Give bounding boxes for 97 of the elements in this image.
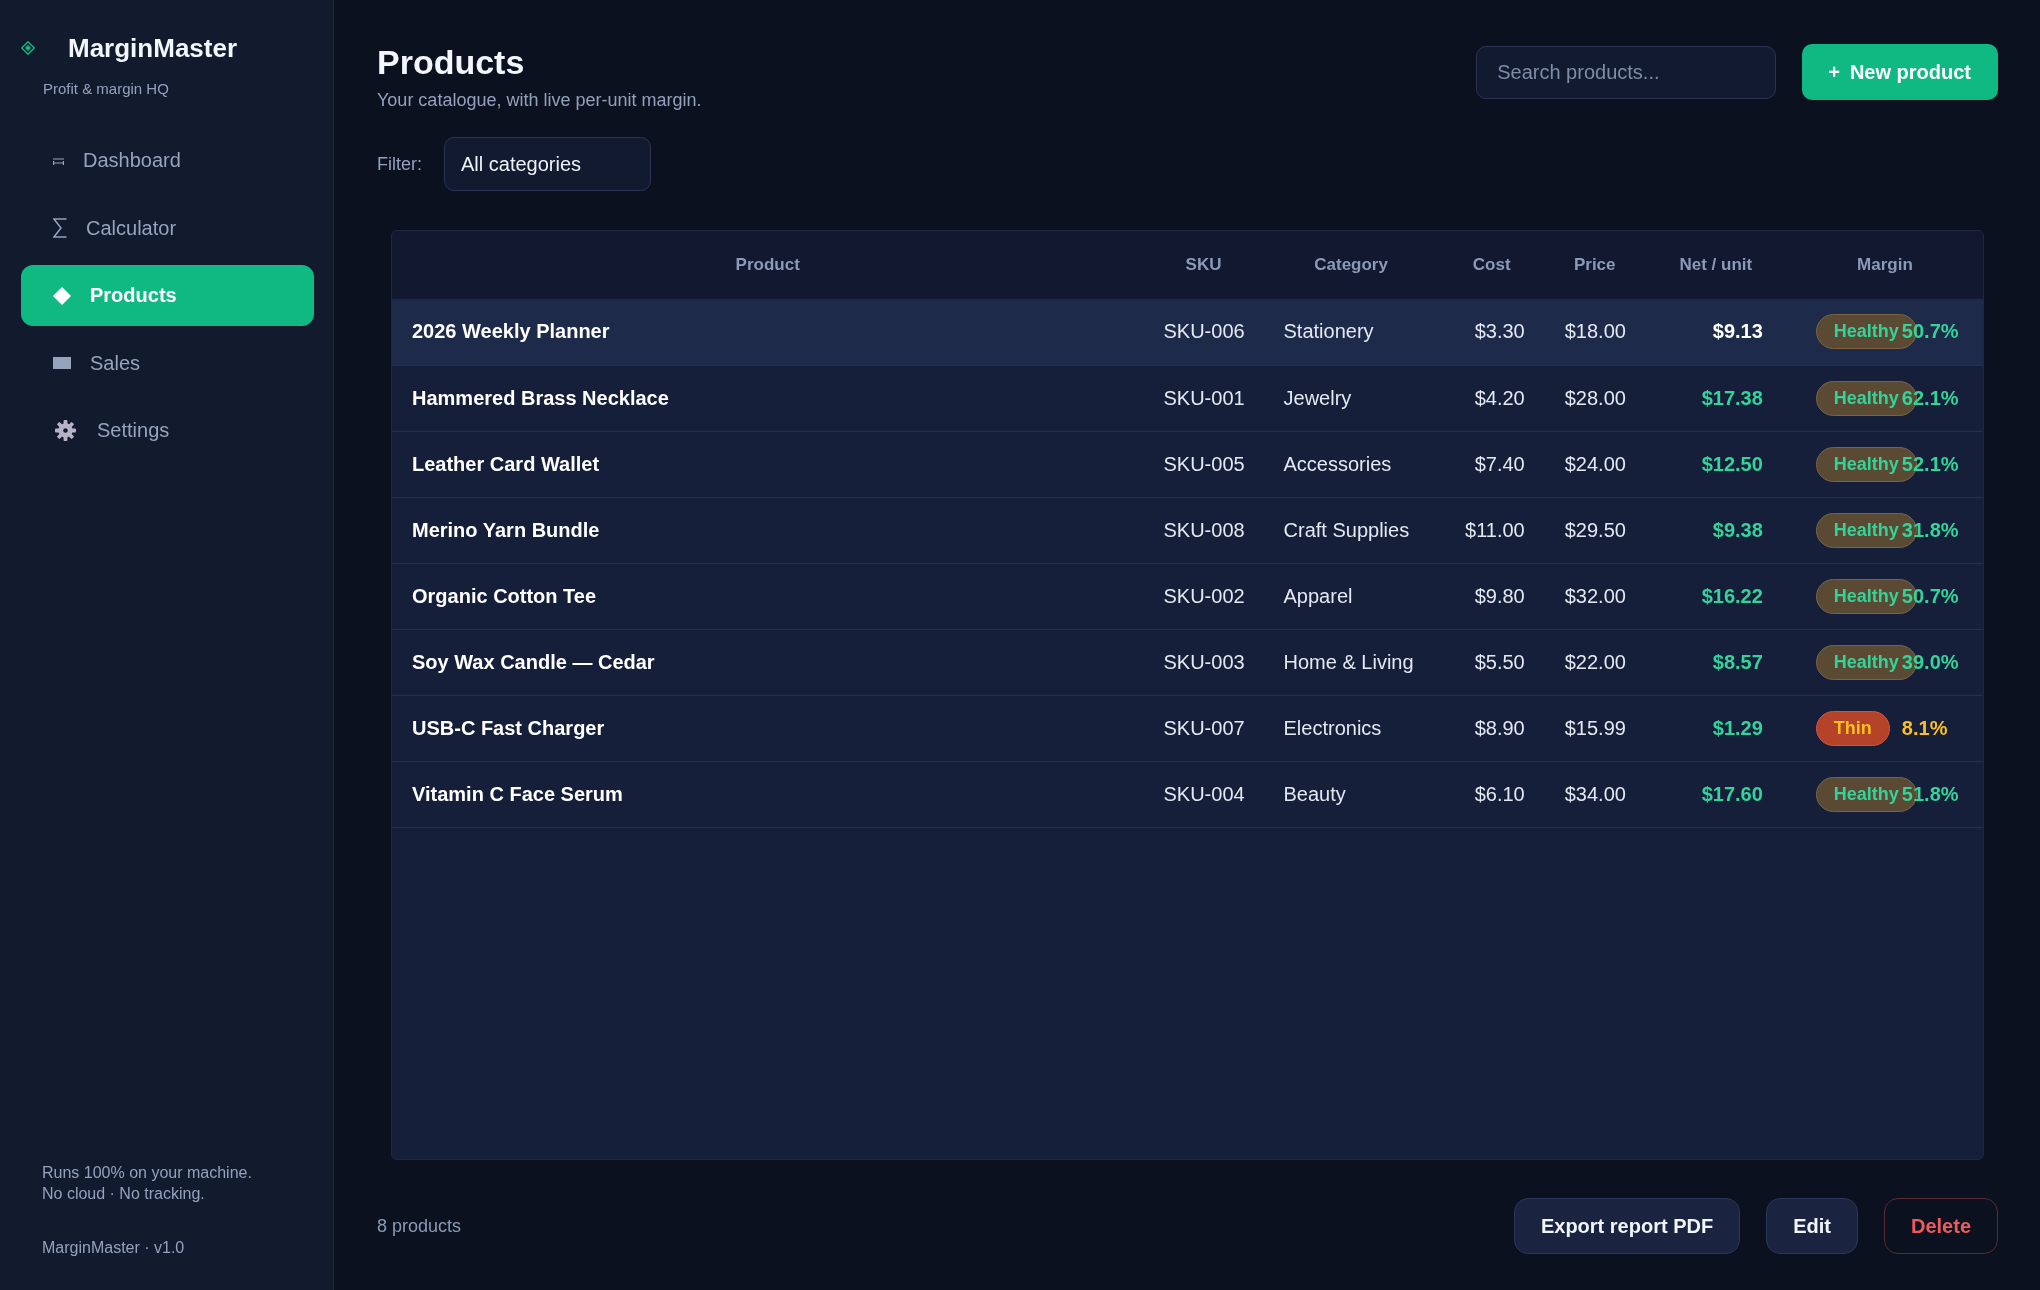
- column-header: SKU: [1143, 231, 1264, 299]
- action-button[interactable]: Export report PDF: [1513, 1198, 1741, 1254]
- table-cell: $7.40: [1438, 431, 1545, 497]
- search-field[interactable]: Search products...: [1476, 45, 1777, 99]
- table-cell: $4.20: [1438, 365, 1545, 431]
- table-cell: SKU-007: [1143, 695, 1264, 761]
- table-cell: Craft Supplies: [1263, 497, 1439, 563]
- app-tagline: Profit & margin HQ: [42, 79, 170, 99]
- table-cell: Accessories: [1263, 431, 1439, 497]
- table-row[interactable]: Merino Yarn Bundle SKU-008 Craft Supplies $11.00 $29.50 $9.38 Healthy31.8%: [392, 497, 1983, 563]
- page-title: Products: [377, 44, 526, 80]
- category-select[interactable]: All categories: [444, 137, 651, 191]
- action-button[interactable]: Edit: [1766, 1198, 1858, 1254]
- table-cell: $18.00: [1544, 299, 1645, 365]
- product-count: 8 products: [377, 1215, 462, 1237]
- table-cell: $16.22: [1644, 563, 1787, 629]
- column-header: Product: [392, 231, 1144, 299]
- margin-percent: 50.7%: [1901, 320, 1960, 344]
- table-row[interactable]: 2026 Weekly Planner SKU-006 Stationery $3.30 $18.00 $9.13 Healthy50.7%: [392, 299, 1983, 365]
- column-header: Margin: [1786, 231, 1983, 299]
- nav-item[interactable]: Calculator: [21, 197, 314, 259]
- table-cell: $9.38: [1644, 497, 1787, 563]
- table-cell: Merino Yarn Bundle: [392, 497, 1144, 563]
- diamond-icon: [53, 286, 71, 305]
- table-cell: Organic Cotton Tee: [392, 563, 1144, 629]
- table-cell: Apparel: [1263, 563, 1439, 629]
- table-cell: SKU-008: [1143, 497, 1264, 563]
- table-row[interactable]: Leather Card Wallet SKU-005 Accessories $7.40 $24.00 $12.50 Healthy52.1%: [392, 431, 1983, 497]
- table-row[interactable]: Organic Cotton Tee SKU-002 Apparel $9.80 $32.00 $16.22 Healthy50.7%: [392, 563, 1983, 629]
- table-cell: SKU-003: [1143, 629, 1264, 695]
- gear-icon: [55, 420, 76, 441]
- table-cell: Soy Wax Candle — Cedar: [392, 629, 1144, 695]
- table-cell: SKU-004: [1143, 761, 1264, 827]
- app-name: MarginMaster: [68, 32, 238, 64]
- table-cell: $8.90: [1438, 695, 1545, 761]
- sigma-icon: [53, 218, 67, 238]
- filter-label: Filter:: [377, 153, 422, 175]
- table-cell: $24.00: [1544, 431, 1645, 497]
- privacy-note: Runs 100% on your machine.: [42, 1163, 253, 1183]
- table-cell: $22.00: [1544, 629, 1645, 695]
- margin-percent: 8.1%: [1901, 716, 1949, 740]
- table-cell: Jewelry: [1263, 365, 1439, 431]
- column-header: Cost: [1438, 231, 1545, 299]
- action-button[interactable]: Delete: [1883, 1198, 1998, 1254]
- nav-item[interactable]: Sales: [21, 332, 314, 394]
- table-cell: $3.30: [1438, 299, 1545, 365]
- diamond-logo-icon: [21, 41, 35, 55]
- app-version: MarginMaster · v1.0: [42, 1238, 186, 1258]
- table-cell: USB-C Fast Charger: [392, 695, 1144, 761]
- status-badge: Thin: [1815, 710, 1890, 746]
- table-row[interactable]: USB-C Fast Charger SKU-007 Electronics $8.90 $15.99 $1.29 Thin 8.1%: [392, 695, 1983, 761]
- margin-percent: 52.1%: [1901, 452, 1960, 476]
- margin-percent: 51.8%: [1901, 782, 1960, 806]
- table-cell: 2026 Weekly Planner: [392, 299, 1144, 365]
- table-cell: $1.29: [1644, 695, 1787, 761]
- table-row[interactable]: Soy Wax Candle — Cedar SKU-003 Home & Living $5.50 $22.00 $8.57 Healthy39.0%: [392, 629, 1983, 695]
- table-cell: $32.00: [1544, 563, 1645, 629]
- privacy-note: No cloud · No tracking.: [42, 1184, 206, 1204]
- column-header: Net / unit: [1644, 231, 1787, 299]
- table-cell: $6.10: [1438, 761, 1545, 827]
- nav-item[interactable]: Settings: [21, 400, 314, 461]
- column-header: Category: [1263, 231, 1439, 299]
- table-cell: SKU-005: [1143, 431, 1264, 497]
- table-cell: SKU-002: [1143, 563, 1264, 629]
- table-cell: Hammered Brass Necklace: [392, 365, 1144, 431]
- table-cell: $15.99: [1544, 695, 1645, 761]
- margin-percent: 50.7%: [1901, 584, 1960, 608]
- table-cell: $9.13: [1644, 299, 1787, 365]
- table-cell: $11.00: [1438, 497, 1545, 563]
- rectangle-icon: [53, 357, 71, 369]
- table-cell: Vitamin C Face Serum: [392, 761, 1144, 827]
- table-cell: $29.50: [1544, 497, 1645, 563]
- table-cell: Stationery: [1263, 299, 1439, 365]
- table-cell: $5.50: [1438, 629, 1545, 695]
- table-row[interactable]: Vitamin C Face Serum SKU-004 Beauty $6.10 $34.00 $17.60 Healthy51.8%: [392, 761, 1983, 827]
- table-cell: Home & Living: [1263, 629, 1439, 695]
- table-cell: $12.50: [1644, 431, 1787, 497]
- plus-icon: +: [1828, 60, 1840, 84]
- nav-item[interactable]: Dashboard: [21, 130, 314, 191]
- page-subtitle: Your catalogue, with live per-unit margin.: [377, 89, 702, 112]
- margin-percent: 31.8%: [1901, 518, 1960, 542]
- margin-percent: 39.0%: [1901, 650, 1960, 674]
- table-row[interactable]: Hammered Brass Necklace SKU-001 Jewelry $4.20 $28.00 $17.38 Healthy62.1%: [392, 365, 1983, 431]
- table-cell: SKU-001: [1143, 365, 1264, 431]
- table-cell: $17.38: [1644, 365, 1787, 431]
- table-cell: $34.00: [1544, 761, 1645, 827]
- table-cell: $28.00: [1544, 365, 1645, 431]
- lines-icon: [53, 156, 64, 165]
- table-cell: $17.60: [1644, 761, 1787, 827]
- table-cell: $9.80: [1438, 563, 1545, 629]
- table-cell: Leather Card Wallet: [392, 431, 1144, 497]
- margin-percent: 62.1%: [1901, 386, 1960, 410]
- table-cell: Beauty: [1263, 761, 1439, 827]
- column-header: Price: [1544, 231, 1645, 299]
- table-cell: $8.57: [1644, 629, 1787, 695]
- table-cell: SKU-006: [1143, 299, 1264, 365]
- table-cell: Electronics: [1263, 695, 1439, 761]
